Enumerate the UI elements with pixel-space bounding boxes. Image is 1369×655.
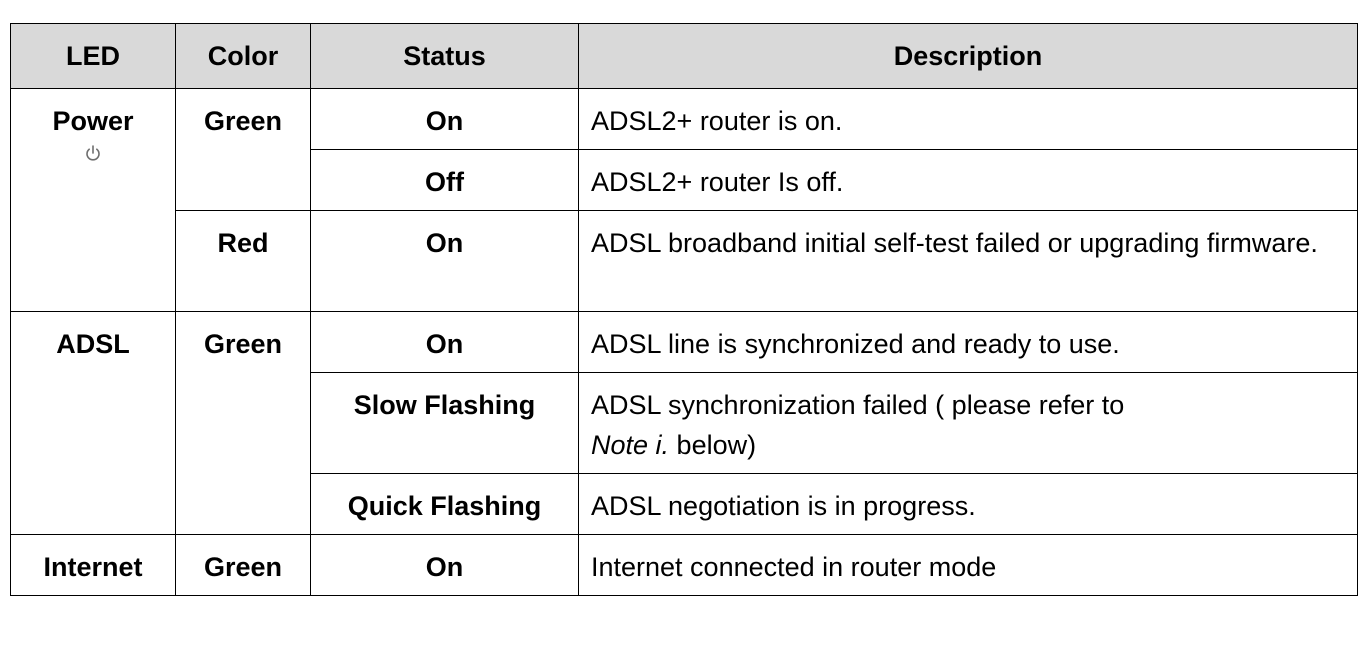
status-cell: On <box>310 88 579 150</box>
description-cell: Internet connected in router mode <box>578 534 1358 596</box>
led-name: Power <box>52 106 134 136</box>
header-row: LED Color Status Description <box>10 23 1358 89</box>
status-cell: On <box>310 534 579 596</box>
table-row: Internet Green On Internet connected in … <box>10 534 1358 596</box>
description-cell: ADSL2+ router Is off. <box>578 149 1358 211</box>
status-cell: Slow Flashing <box>310 372 579 474</box>
table-row: Red On ADSL broadband initial self-test … <box>11 210 1358 312</box>
status-cell: Quick Flashing <box>310 473 579 535</box>
table-row: ADSL Green On ADSL line is synchronized … <box>10 311 1358 535</box>
header-description: Description <box>578 23 1358 89</box>
table-row: Power Green On ADSL2+ router is on. <box>10 88 1358 312</box>
header-led: LED <box>10 23 176 89</box>
power-icon <box>86 145 100 161</box>
color-cell: Green <box>175 88 311 211</box>
color-cell: Green <box>175 534 311 596</box>
status-cell: Off <box>310 149 579 211</box>
color-cell: Red <box>175 210 311 312</box>
description-cell: ADSL broadband initial self-test failed … <box>578 210 1358 312</box>
status-cell: On <box>310 311 579 373</box>
description-text: ADSL synchronization failed ( please ref… <box>591 390 1125 420</box>
led-cell-internet: Internet <box>10 534 176 596</box>
led-cell-adsl: ADSL <box>10 311 176 535</box>
led-status-table: LED Color Status Description Power Green… <box>10 23 1358 596</box>
description-cell: ADSL negotiation is in progress. <box>578 473 1358 535</box>
note-reference: Note i. <box>591 430 670 460</box>
description-cell: ADSL2+ router is on. <box>578 88 1358 150</box>
header-status: Status <box>310 23 579 89</box>
led-cell-power: Power <box>10 88 176 312</box>
description-text: below) <box>669 430 757 460</box>
status-cell: On <box>310 210 579 312</box>
description-cell: ADSL synchronization failed ( please ref… <box>578 372 1358 474</box>
color-cell: Green <box>175 311 311 535</box>
header-color: Color <box>175 23 311 89</box>
description-cell: ADSL line is synchronized and ready to u… <box>578 311 1358 373</box>
